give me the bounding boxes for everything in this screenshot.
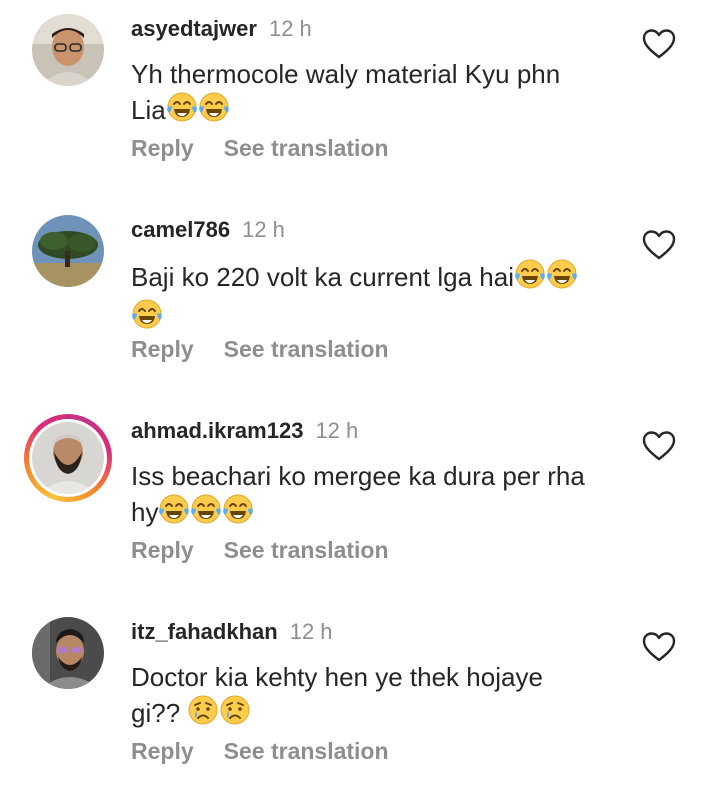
face-with-tears-of-joy-emoji	[190, 493, 222, 533]
comment-username[interactable]: ahmad.ikram123 12 h	[131, 418, 358, 444]
reply-button[interactable]: Reply	[131, 336, 194, 362]
avatar[interactable]	[32, 215, 104, 287]
heart-outline-icon[interactable]	[642, 28, 676, 60]
see-translation-button[interactable]: See translation	[224, 537, 389, 563]
comment-time: 12 h	[268, 16, 312, 41]
story-ring[interactable]	[24, 414, 112, 502]
reply-button[interactable]: Reply	[131, 537, 194, 563]
face-with-tears-of-joy-emoji	[166, 91, 198, 131]
comment-actions: Reply See translation	[131, 135, 419, 162]
face-with-tears-of-joy-emoji	[198, 91, 230, 131]
see-translation-button[interactable]: See translation	[224, 336, 389, 362]
crying-face-emoji	[187, 694, 219, 734]
heart-outline-icon[interactable]	[642, 229, 676, 261]
comment-item: ahmad.ikram123 12 h Iss beachari ko merge…	[0, 402, 720, 603]
avatar[interactable]	[32, 14, 104, 86]
reply-button[interactable]: Reply	[131, 738, 194, 764]
comment-time: 12 h	[242, 217, 285, 242]
face-with-tears-of-joy-emoji	[514, 258, 546, 298]
face-with-tears-of-joy-emoji	[131, 298, 163, 338]
comment-actions: Reply See translation	[131, 336, 419, 363]
face-with-tears-of-joy-emoji	[158, 493, 190, 533]
face-with-tears-of-joy-emoji	[546, 258, 578, 298]
heart-outline-icon[interactable]	[642, 430, 676, 462]
face-with-tears-of-joy-emoji	[222, 493, 254, 533]
comment-actions: Reply See translation	[131, 738, 419, 765]
comment-text: Yh thermocole waly material Kyu phn Lia	[131, 57, 631, 131]
avatar[interactable]	[32, 422, 104, 494]
see-translation-button[interactable]: See translation	[224, 738, 389, 764]
heart-outline-icon[interactable]	[642, 631, 676, 663]
comment-username[interactable]: camel786 12 h	[131, 217, 285, 243]
comment-time: 12 h	[315, 418, 359, 443]
comment-item: camel786 12 h Baji ko 220 volt ka current…	[0, 201, 720, 402]
see-translation-button[interactable]: See translation	[224, 135, 389, 161]
comment-item: itz_fahadkhan 12 h Doctor kia kehty hen y…	[0, 603, 720, 804]
reply-button[interactable]: Reply	[131, 135, 194, 161]
comment-time: 12 h	[289, 619, 333, 644]
comment-text: Baji ko 220 volt ka current lga hai	[131, 258, 631, 338]
comment-text: Doctor kia kehty hen ye thek hojaye gi??	[131, 660, 631, 734]
comment-username[interactable]: itz_fahadkhan 12 h	[131, 619, 333, 645]
crying-face-emoji	[219, 694, 251, 734]
comment-actions: Reply See translation	[131, 537, 419, 564]
avatar[interactable]	[32, 617, 104, 689]
comment-item: asyedtajwer 12 h Yh thermocole waly mater…	[0, 0, 720, 201]
comment-text: Iss beachari ko mergee ka dura per rha h…	[131, 459, 631, 533]
comment-username[interactable]: asyedtajwer 12 h	[131, 16, 312, 42]
